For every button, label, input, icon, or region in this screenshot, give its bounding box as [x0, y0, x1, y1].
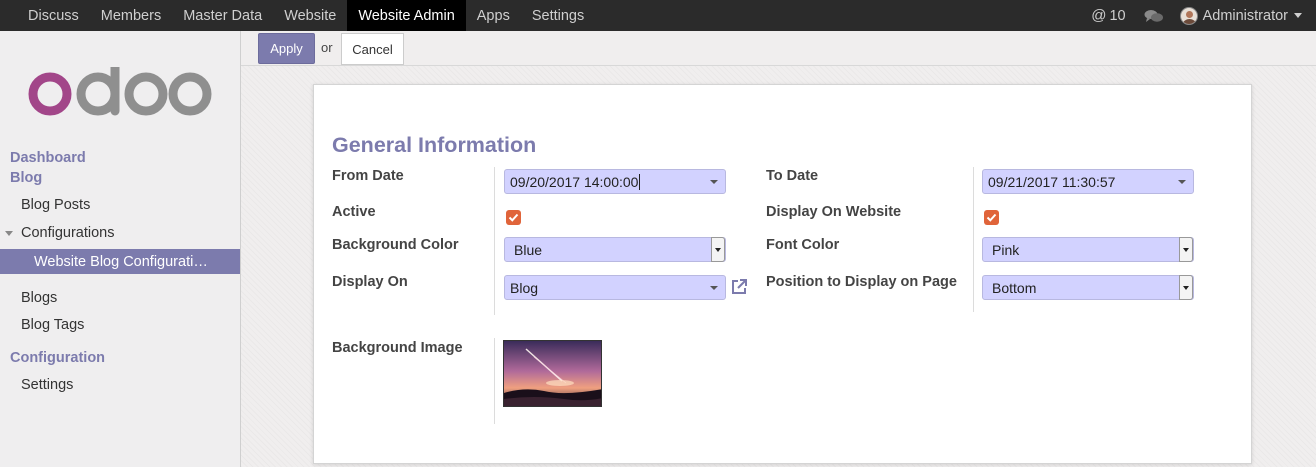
sidebar-dashboard[interactable]: Dashboard	[10, 150, 86, 166]
chevron-down-icon	[1179, 275, 1193, 300]
sidebar-item-configurations-label: Configurations	[21, 225, 115, 241]
form-sheet: General Information From Date 09/20/2017…	[313, 84, 1252, 464]
from-date-label: From Date	[332, 168, 404, 184]
at-icon: @	[1091, 7, 1107, 24]
from-date-value: 09/20/2017 14:00:00	[510, 173, 639, 190]
chevron-down-icon	[710, 180, 718, 184]
sidebar-blog-section[interactable]: Blog	[10, 170, 42, 186]
sidebar-item-website-blog-configuration[interactable]: Website Blog Configurati…	[0, 249, 240, 274]
background-image	[504, 341, 601, 406]
menu-website-admin[interactable]: Website Admin	[347, 0, 466, 31]
chevron-down-icon	[711, 237, 725, 262]
background-image-thumbnail[interactable]	[503, 340, 602, 407]
background-color-select[interactable]: Blue	[504, 237, 726, 262]
position-label: Position to Display on Page	[766, 274, 957, 290]
main-menu: Discuss Members Master Data Website Webs…	[0, 0, 595, 31]
background-image-label: Background Image	[332, 340, 463, 356]
divider	[494, 167, 495, 315]
to-date-label: To Date	[766, 168, 819, 184]
sidebar: Dashboard Blog Blog Posts Configurations…	[0, 31, 241, 467]
chevron-down-icon	[1294, 13, 1302, 18]
form-view: General Information From Date 09/20/2017…	[241, 66, 1316, 467]
display-on-website-checkbox[interactable]	[984, 210, 999, 225]
background-color-label: Background Color	[332, 237, 459, 253]
chevron-down-icon	[710, 286, 718, 290]
or-text: or	[321, 40, 333, 55]
checkmark-icon	[508, 213, 519, 222]
font-color-label: Font Color	[766, 237, 840, 253]
user-menu[interactable]: Administrator	[1179, 6, 1302, 25]
section-title: General Information	[332, 133, 537, 157]
sidebar-item-blogs[interactable]: Blogs	[21, 290, 57, 306]
checkmark-icon	[986, 213, 997, 222]
font-color-value: Pink	[992, 241, 1020, 258]
menu-settings[interactable]: Settings	[521, 0, 595, 31]
position-select[interactable]: Bottom	[982, 275, 1194, 300]
systray: @ 10 Administrator	[1079, 0, 1316, 31]
display-on-value: Blog	[510, 279, 539, 296]
to-date-input[interactable]: 09/21/2017 11:30:57	[982, 169, 1194, 194]
menu-discuss[interactable]: Discuss	[17, 0, 90, 31]
cancel-button[interactable]: Cancel	[341, 33, 404, 65]
font-color-select[interactable]: Pink	[982, 237, 1194, 262]
menu-website[interactable]: Website	[273, 0, 347, 31]
display-on-website-label: Display On Website	[766, 204, 902, 220]
menu-master-data[interactable]: Master Data	[172, 0, 273, 31]
mentions-count: 10	[1109, 7, 1126, 24]
sidebar-item-configurations[interactable]: Configurations	[5, 225, 115, 241]
display-on-select[interactable]: Blog	[504, 275, 726, 300]
from-date-input[interactable]: 09/20/2017 14:00:00	[504, 169, 726, 194]
chat-icon	[1144, 9, 1163, 22]
sidebar-configuration-section[interactable]: Configuration	[10, 350, 105, 366]
active-checkbox[interactable]	[506, 210, 521, 225]
menu-apps[interactable]: Apps	[466, 0, 521, 31]
avatar	[1179, 6, 1198, 25]
divider	[973, 167, 974, 312]
external-link-icon[interactable]	[729, 277, 749, 297]
chevron-down-icon	[1179, 237, 1193, 262]
top-navbar: Discuss Members Master Data Website Webs…	[0, 0, 1316, 31]
user-name: Administrator	[1202, 7, 1288, 24]
apply-button[interactable]: Apply	[258, 33, 315, 64]
menu-members[interactable]: Members	[90, 0, 172, 31]
to-date-value: 09/21/2017 11:30:57	[988, 173, 1116, 190]
chevron-down-icon	[1178, 180, 1186, 184]
control-panel: Apply or Cancel	[241, 31, 1316, 66]
chat-button[interactable]	[1144, 9, 1164, 23]
odoo-logo	[28, 67, 212, 116]
divider	[494, 338, 495, 424]
mentions-button[interactable]: @ 10	[1091, 7, 1125, 24]
text-cursor	[639, 173, 641, 190]
sidebar-item-settings[interactable]: Settings	[21, 377, 73, 393]
position-value: Bottom	[992, 279, 1037, 296]
background-color-value: Blue	[514, 241, 543, 258]
active-label: Active	[332, 204, 376, 220]
display-on-label: Display On	[332, 274, 408, 290]
caret-down-icon	[5, 230, 13, 236]
sidebar-item-blog-posts[interactable]: Blog Posts	[21, 197, 90, 213]
sidebar-item-blog-tags[interactable]: Blog Tags	[21, 317, 84, 333]
